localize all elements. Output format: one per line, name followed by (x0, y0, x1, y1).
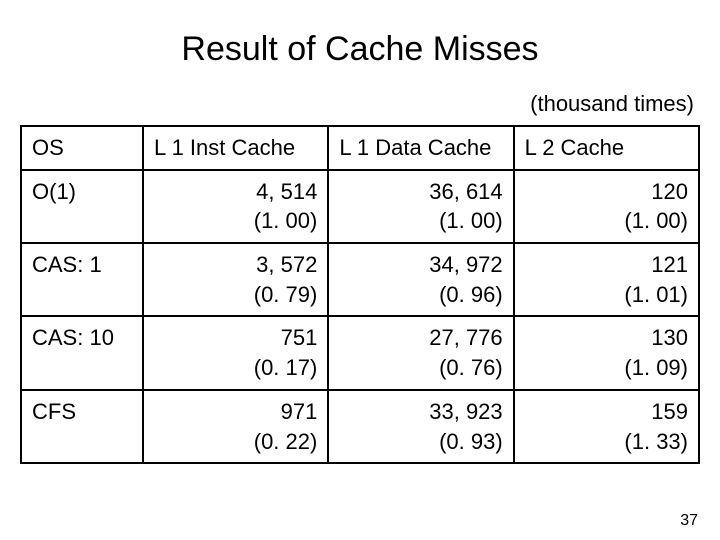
cell-l1-data: 36, 614(1. 00) (328, 170, 513, 243)
table-header-row: OS L 1 Inst Cache L 1 Data Cache L 2 Cac… (21, 126, 699, 170)
cell-l2: 159(1. 33) (514, 390, 699, 463)
cell-l1-data: 27, 776(0. 76) (328, 316, 513, 389)
cell-os: CFS (21, 390, 143, 463)
cell-l1-inst: 3, 572(0. 79) (143, 243, 328, 316)
cell-os: O(1) (21, 170, 143, 243)
page-number: 37 (680, 512, 698, 530)
slide: Result of Cache Misses (thousand times) … (0, 0, 720, 540)
col-header-l2: L 2 Cache (514, 126, 699, 170)
cell-os: CAS: 1 (21, 243, 143, 316)
cache-miss-table: OS L 1 Inst Cache L 1 Data Cache L 2 Cac… (20, 125, 700, 464)
table-row: CFS 971(0. 22) 33, 923(0. 93) 159(1. 33) (21, 390, 699, 463)
cell-l1-inst: 4, 514(1. 00) (143, 170, 328, 243)
col-header-l1i: L 1 Inst Cache (143, 126, 328, 170)
table-row: CAS: 10 751(0. 17) 27, 776(0. 76) 130(1.… (21, 316, 699, 389)
cell-l1-inst: 971(0. 22) (143, 390, 328, 463)
cell-l1-inst: 751(0. 17) (143, 316, 328, 389)
col-header-l1d: L 1 Data Cache (328, 126, 513, 170)
cell-os: CAS: 10 (21, 316, 143, 389)
slide-title: Result of Cache Misses (20, 30, 700, 69)
cell-l2: 130(1. 09) (514, 316, 699, 389)
table-row: O(1) 4, 514(1. 00) 36, 614(1. 00) 120(1.… (21, 170, 699, 243)
cell-l1-data: 33, 923(0. 93) (328, 390, 513, 463)
col-header-os: OS (21, 126, 143, 170)
cell-l2: 120(1. 00) (514, 170, 699, 243)
table-row: CAS: 1 3, 572(0. 79) 34, 972(0. 96) 121(… (21, 243, 699, 316)
cell-l2: 121(1. 01) (514, 243, 699, 316)
slide-subtitle: (thousand times) (20, 91, 694, 117)
cell-l1-data: 34, 972(0. 96) (328, 243, 513, 316)
